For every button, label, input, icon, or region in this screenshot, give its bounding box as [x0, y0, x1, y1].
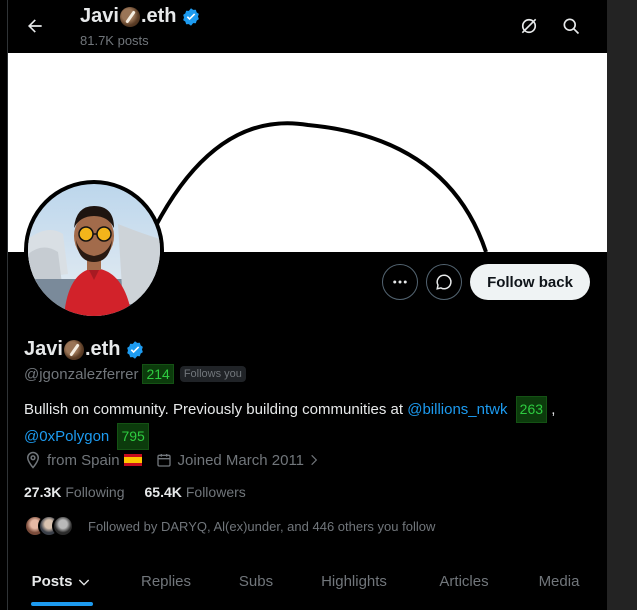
- message-button[interactable]: [426, 264, 462, 300]
- header-name-prefix: Javi: [80, 5, 119, 27]
- joined-text: Joined March 2011: [177, 451, 305, 469]
- message-icon: [436, 274, 452, 290]
- verified-badge-icon[interactable]: [125, 340, 145, 360]
- follow-counts: 27.3K Following 65.4K Followers: [24, 484, 246, 500]
- follow-back-button[interactable]: Follow back: [470, 264, 590, 300]
- profile-avatar[interactable]: [24, 180, 164, 320]
- profile-header: Javi .eth 81.7K posts: [8, 0, 607, 53]
- search-icon: [563, 18, 580, 35]
- spain-flag-icon: [123, 454, 142, 466]
- calendar-icon: [156, 454, 171, 467]
- joined-item[interactable]: Joined March 2011: [156, 452, 321, 469]
- tab-replies-label: Replies: [140, 573, 192, 590]
- bio-comma: ,: [547, 401, 556, 418]
- arrow-left-icon: [28, 19, 42, 33]
- bio-text: Bullish on community. Previously buildin…: [24, 401, 408, 418]
- avatar-photo: [28, 184, 160, 316]
- handle-row: @jgonzalezferrer 214 Follows you: [24, 364, 246, 384]
- tab-subs[interactable]: Subs: [216, 555, 296, 608]
- profile-bio: Bullish on community. Previously buildin…: [24, 396, 584, 450]
- following-count: 27.3K: [24, 484, 62, 500]
- bio-link-billions[interactable]: @billions_ntwk: [407, 401, 507, 418]
- following-label: Following: [65, 484, 125, 500]
- verified-badge-icon: [182, 7, 199, 26]
- bio-link-polygon[interactable]: @0xPolygon: [24, 428, 109, 445]
- bio-link1-score-badge: 263: [515, 396, 548, 423]
- tab-highlights[interactable]: Highlights: [296, 555, 412, 608]
- profile-meta: from Spain Joined March 2011: [24, 451, 321, 469]
- followed-by-row[interactable]: Followed by DARYQ, Al(ex)under, and 446 …: [24, 515, 435, 537]
- tab-posts[interactable]: Posts: [8, 555, 116, 608]
- chevron-down-icon: [79, 579, 90, 586]
- more-icon: [393, 280, 407, 284]
- followed-by-text: Followed by DARYQ, Al(ex)under, and 446 …: [88, 518, 436, 534]
- tab-replies[interactable]: Replies: [116, 555, 216, 608]
- coconut-emoji-icon: [119, 6, 140, 27]
- location-text: from Spain: [47, 451, 120, 469]
- handle-score-badge: 214: [142, 364, 174, 384]
- header-title: Javi .eth: [80, 5, 201, 28]
- tab-subs-label: Subs: [238, 573, 274, 590]
- following-link[interactable]: 27.3K Following: [24, 484, 125, 500]
- tab-articles[interactable]: Articles: [412, 555, 516, 608]
- followers-count: 65.4K: [144, 484, 182, 500]
- more-options-button[interactable]: [382, 264, 418, 300]
- grok-button[interactable]: [517, 14, 541, 38]
- followers-link[interactable]: 65.4K Followers: [145, 484, 246, 500]
- followers-label: Followers: [185, 484, 246, 500]
- bio-link2-score-badge: 795: [117, 423, 149, 450]
- header-name-suffix: .eth: [140, 5, 177, 27]
- tab-highlights-label: Highlights: [321, 573, 387, 590]
- active-tab-indicator: [31, 602, 93, 606]
- profile-name-suffix: .eth: [84, 338, 121, 360]
- header-posts-count: 81.7K posts: [80, 33, 149, 48]
- tab-posts-label: Posts: [31, 573, 73, 590]
- grok-icon: [521, 18, 537, 34]
- location-item: from Spain: [24, 451, 142, 469]
- profile-handle: @jgonzalezferrer: [24, 365, 139, 383]
- profile-tabs: Posts Replies Subs Highlights Articles M…: [8, 555, 607, 610]
- coconut-emoji-icon: [63, 339, 84, 360]
- profile-name-prefix: Javi: [24, 338, 63, 360]
- chevron-right-icon: [311, 454, 318, 466]
- profile-display-name: Javi .eth: [24, 338, 145, 361]
- tab-articles-label: Articles: [439, 573, 489, 590]
- right-gutter: [607, 0, 637, 610]
- follows-you-badge: Follows you: [179, 366, 246, 382]
- back-button[interactable]: [22, 11, 48, 41]
- tab-media-label: Media: [538, 573, 580, 590]
- tab-media[interactable]: Media: [516, 555, 602, 608]
- location-pin-icon: [26, 451, 40, 469]
- search-button[interactable]: [559, 14, 583, 38]
- follower-avatar: [52, 515, 74, 537]
